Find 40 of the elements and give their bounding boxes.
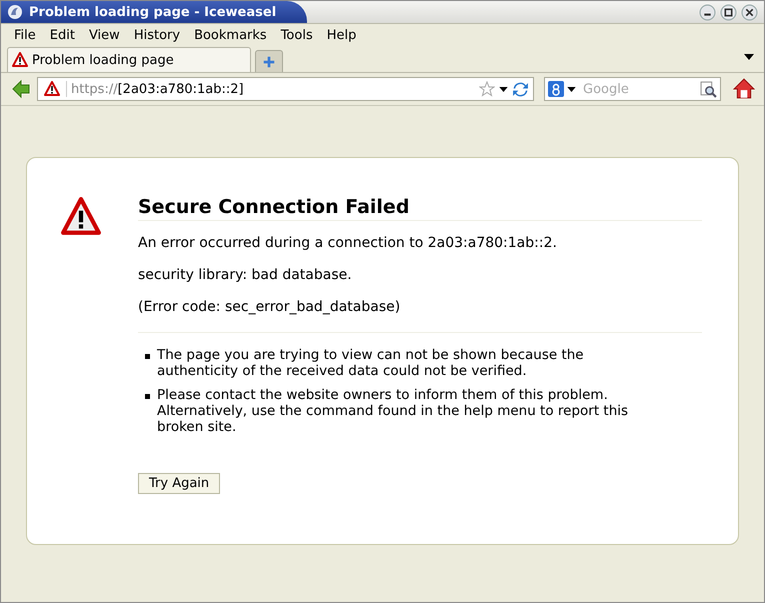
home-icon[interactable] [733, 78, 755, 100]
error-title: Secure Connection Failed [138, 196, 702, 221]
reload-icon[interactable] [512, 80, 529, 98]
search-bar[interactable]: Google [544, 77, 721, 101]
menu-item[interactable]: File [7, 28, 43, 43]
menu-item[interactable]: History [126, 28, 188, 43]
browser-tab[interactable]: Problem loading page [7, 47, 251, 72]
menu-item[interactable]: View [82, 28, 127, 43]
warning-icon [60, 196, 102, 238]
error-hint: Please contact the website owners to inform them of this problem. Alternatively, use the command found in the help menu to report this broken site. [157, 387, 630, 435]
bullet-icon [145, 394, 150, 399]
tab-title: Problem loading page [32, 52, 174, 68]
star-icon[interactable] [479, 81, 495, 97]
new-tab-button[interactable] [255, 50, 283, 72]
window-title: Problem loading page - Iceweasel [29, 4, 276, 20]
error-message: An error occurred during a connection to 2a03:a780:1ab::2. [138, 234, 558, 253]
close-icon[interactable] [741, 4, 758, 20]
bullet-icon [145, 354, 150, 359]
error-hint: The page you are trying to view can not be shown because the authenticity of the received data could not be verified. [157, 347, 585, 379]
dropdown-arrow-icon[interactable] [567, 86, 576, 92]
dropdown-arrow-icon[interactable] [499, 86, 508, 92]
address-bar[interactable]: https://[2a03:a780:1ab::2] [37, 77, 534, 101]
plus-icon [262, 54, 276, 68]
menu-item[interactable]: Bookmarks [187, 28, 274, 43]
try-again-button[interactable]: Try Again [138, 473, 220, 494]
app-icon [7, 4, 23, 20]
dropdown-arrow-icon[interactable] [744, 54, 754, 60]
search-icon[interactable] [700, 80, 717, 98]
search-engine-icon[interactable] [548, 81, 564, 97]
url-host: [2a03:a780:1ab::2] [118, 82, 244, 96]
back-arrow-icon[interactable] [11, 79, 31, 99]
warning-icon [12, 52, 28, 68]
menu-item[interactable]: Help [320, 28, 364, 43]
menu-item[interactable]: Edit [42, 28, 82, 43]
error-message: (Error code: sec_error_bad_database) [138, 298, 402, 317]
menu-item[interactable]: Tools [274, 28, 320, 43]
minimize-icon[interactable] [699, 4, 716, 20]
maximize-icon[interactable] [720, 4, 737, 20]
error-message: security library: bad database. [138, 266, 353, 285]
url-scheme: https:// [71, 82, 118, 96]
